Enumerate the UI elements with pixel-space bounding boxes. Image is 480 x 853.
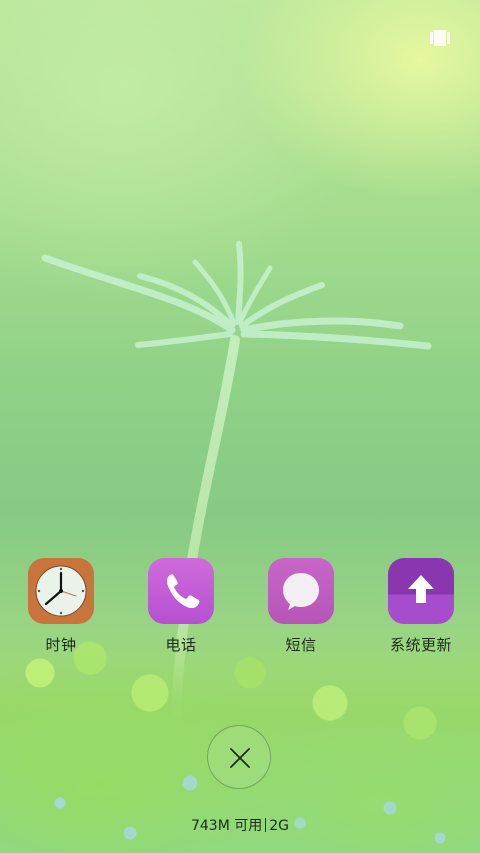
app-phone[interactable]: 电话 [131, 558, 231, 655]
recent-apps-row: 时钟 电话 短信 系统更新 [0, 558, 480, 658]
app-label: 时钟 [45, 636, 77, 654]
close-icon [230, 748, 250, 768]
memory-total: 2G [269, 818, 290, 834]
app-label: 系统更新 [389, 636, 452, 654]
app-label: 短信 [285, 636, 317, 654]
clock-icon [28, 558, 94, 624]
app-clock[interactable]: 时钟 [11, 558, 111, 655]
message-icon [268, 558, 334, 624]
upload-arrow-icon [388, 558, 454, 624]
memory-status: 743M 可用 2G [0, 815, 480, 835]
memory-available: 743M 可用 [190, 818, 263, 834]
divider [265, 818, 267, 832]
multi-window-icon[interactable] [430, 30, 450, 46]
phone-icon [148, 558, 214, 624]
app-label: 电话 [165, 636, 197, 654]
close-all-button[interactable] [207, 725, 271, 789]
app-system-update[interactable]: 系统更新 [371, 558, 471, 655]
app-messages[interactable]: 短信 [251, 558, 351, 655]
